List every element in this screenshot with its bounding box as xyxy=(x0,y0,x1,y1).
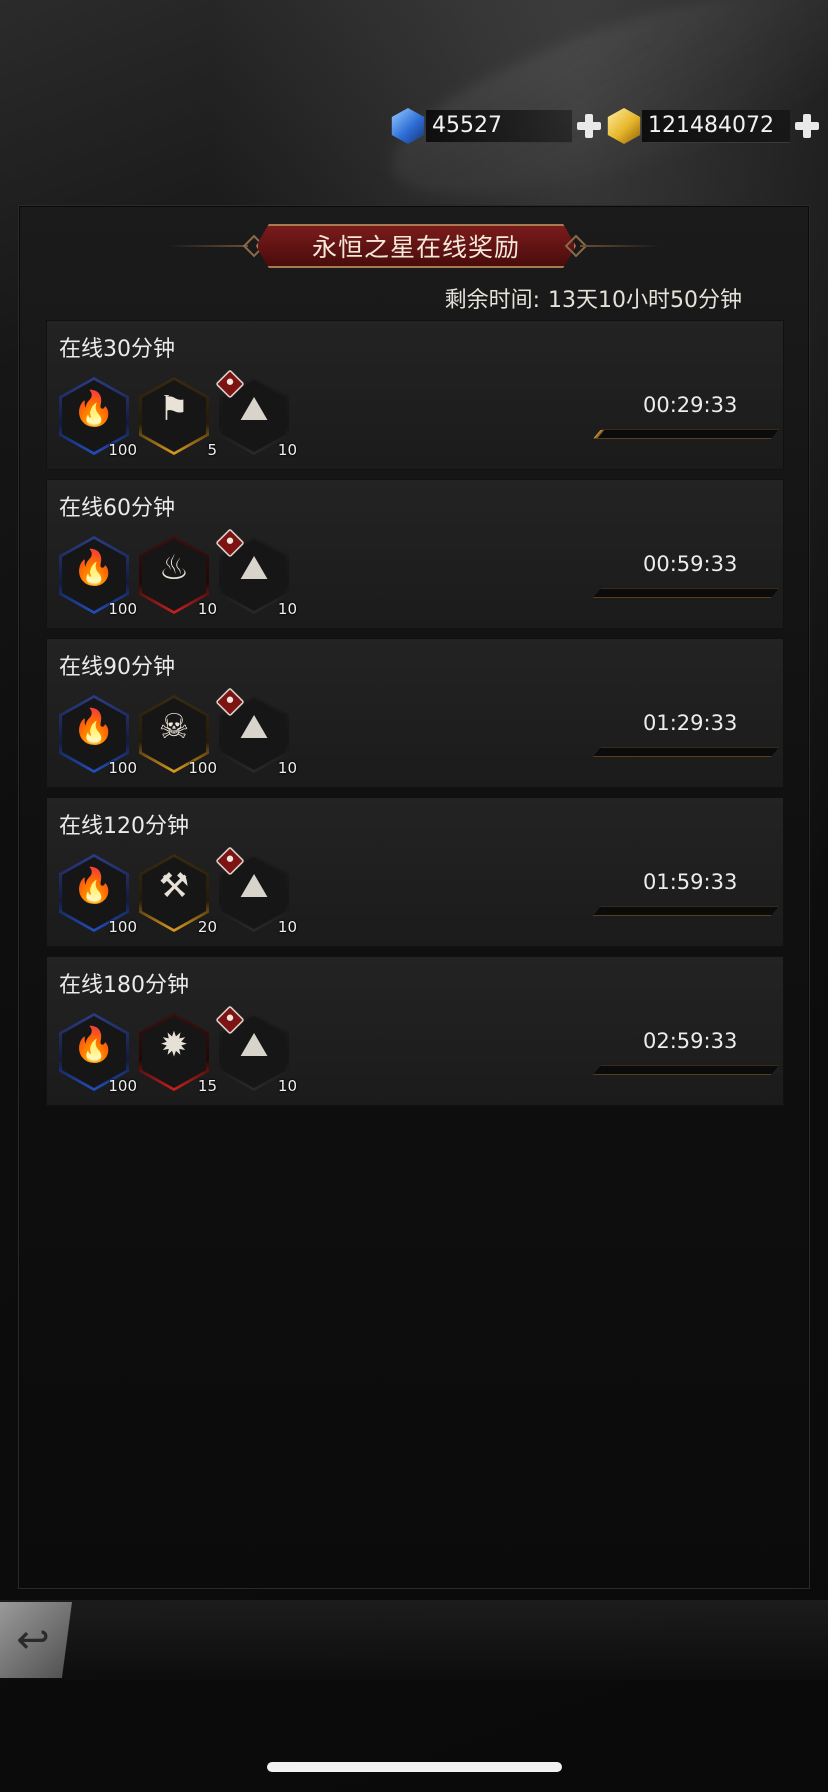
reward-row[interactable]: 在线120分钟 🔥 100 ⚒ 20 ⛰ 10 01:59:33 xyxy=(46,797,784,947)
progress-bar xyxy=(592,906,780,916)
countdown-timer: 01:59:33 xyxy=(643,870,738,894)
remaining-time-label: 剩余时间: xyxy=(444,288,541,313)
reward-items: 🔥 100 ☠ 100 ⛰ 10 xyxy=(59,687,297,777)
progress-fill xyxy=(593,430,604,438)
reward-item[interactable]: ☠ 100 xyxy=(139,695,217,777)
gem-currency: 45527 xyxy=(390,106,602,146)
progress-bar xyxy=(592,588,780,598)
reward-row[interactable]: 在线90分钟 🔥 100 ☠ 100 ⛰ 10 01:29:33 xyxy=(46,638,784,788)
progress-fill xyxy=(593,907,601,915)
reward-item[interactable]: ♨ 10 xyxy=(139,536,217,618)
divider xyxy=(580,245,660,247)
add-gold-button[interactable] xyxy=(794,113,820,139)
reward-row-title: 在线60分钟 xyxy=(59,496,175,521)
reward-row[interactable]: 在线30分钟 🔥 100 ⚑ 5 ⛰ 10 00:29:33 xyxy=(46,320,784,470)
flame-icon: ♨ xyxy=(158,548,190,588)
back-arrow-icon: ↩ xyxy=(16,1617,50,1663)
item-count: 100 xyxy=(188,759,217,777)
item-count: 10 xyxy=(277,441,297,459)
item-count: 15 xyxy=(197,1077,217,1095)
reward-item[interactable]: ⚒ 20 xyxy=(139,854,217,936)
reward-row[interactable]: 在线180分钟 🔥 100 ✹ 15 ⛰ 10 02:59:33 xyxy=(46,956,784,1106)
item-count: 100 xyxy=(108,600,137,618)
item-count: 5 xyxy=(207,441,217,459)
progress-fill xyxy=(593,748,601,756)
item-count: 10 xyxy=(277,600,297,618)
progress-fill xyxy=(593,589,601,597)
skull-icon: ☠ xyxy=(158,707,190,747)
countdown-timer: 01:29:33 xyxy=(643,711,738,735)
countdown-timer: 00:59:33 xyxy=(643,552,738,576)
torch-icon: 🔥 xyxy=(72,548,116,588)
torch-icon: 🔥 xyxy=(72,707,116,747)
remaining-time: 剩余时间: 13天10小时50分钟 xyxy=(445,282,742,314)
reward-row-title: 在线180分钟 xyxy=(59,973,189,998)
add-gems-button[interactable] xyxy=(576,113,602,139)
bottom-bar xyxy=(0,1600,828,1680)
banner-icon: ⚑ xyxy=(158,389,190,429)
gem-balance: 45527 xyxy=(426,109,572,143)
reward-item[interactable]: ⛰ 10 xyxy=(215,528,297,618)
gold-currency: 121484072 xyxy=(606,106,820,146)
reward-item[interactable]: ✹ 15 xyxy=(139,1013,217,1095)
gold-gem-icon xyxy=(607,108,641,144)
reward-items: 🔥 100 ⚑ 5 ⛰ 10 xyxy=(59,369,297,459)
progress-bar xyxy=(592,429,780,439)
gold-balance: 121484072 xyxy=(642,109,790,143)
progress-fill xyxy=(593,1066,601,1074)
back-button[interactable]: ↩ xyxy=(0,1602,72,1678)
reward-item[interactable]: ⚑ 5 xyxy=(139,377,217,459)
divider xyxy=(168,245,248,247)
item-count: 10 xyxy=(277,1077,297,1095)
item-count: 100 xyxy=(108,441,137,459)
torch-icon: 🔥 xyxy=(72,866,116,906)
item-count: 10 xyxy=(197,600,217,618)
reward-items: 🔥 100 ✹ 15 ⛰ 10 xyxy=(59,1005,297,1095)
mace-icon: ⚒ xyxy=(158,866,190,906)
reward-item[interactable]: ⛰ 10 xyxy=(215,687,297,777)
reward-item[interactable]: 🔥 100 xyxy=(59,854,137,936)
reward-item[interactable]: 🔥 100 xyxy=(59,377,137,459)
torch-icon: 🔥 xyxy=(72,389,116,429)
item-count: 10 xyxy=(277,759,297,777)
screen: 45527 121484072 永恒之星在线奖励 剩余时间: 13天10小时50分… xyxy=(0,0,828,1792)
reward-item[interactable]: 🔥 100 xyxy=(59,536,137,618)
spiked-shell-icon: ✹ xyxy=(159,1025,189,1065)
progress-bar xyxy=(592,1065,780,1075)
reward-row-title: 在线30分钟 xyxy=(59,337,175,362)
blue-gem-icon xyxy=(391,108,425,144)
progress-bar xyxy=(592,747,780,757)
item-count: 100 xyxy=(108,759,137,777)
reward-item[interactable]: ⛰ 10 xyxy=(215,369,297,459)
item-count: 100 xyxy=(108,1077,137,1095)
reward-item[interactable]: ⛰ 10 xyxy=(215,1005,297,1095)
panel-title: 永恒之星在线奖励 xyxy=(256,224,576,268)
reward-row-title: 在线120分钟 xyxy=(59,814,189,839)
countdown-timer: 02:59:33 xyxy=(643,1029,738,1053)
reward-item[interactable]: 🔥 100 xyxy=(59,695,137,777)
reward-items: 🔥 100 ♨ 10 ⛰ 10 xyxy=(59,528,297,618)
reward-item[interactable]: 🔥 100 xyxy=(59,1013,137,1095)
reward-items: 🔥 100 ⚒ 20 ⛰ 10 xyxy=(59,846,297,936)
item-count: 10 xyxy=(277,918,297,936)
home-indicator xyxy=(267,1762,562,1772)
remaining-time-value: 13天10小时50分钟 xyxy=(548,288,742,313)
reward-item[interactable]: ⛰ 10 xyxy=(215,846,297,936)
panel-header: 永恒之星在线奖励 xyxy=(0,224,828,268)
reward-row[interactable]: 在线60分钟 🔥 100 ♨ 10 ⛰ 10 00:59:33 xyxy=(46,479,784,629)
item-count: 100 xyxy=(108,918,137,936)
reward-row-title: 在线90分钟 xyxy=(59,655,175,680)
item-count: 20 xyxy=(197,918,217,936)
countdown-timer: 00:29:33 xyxy=(643,393,738,417)
torch-icon: 🔥 xyxy=(72,1025,116,1065)
